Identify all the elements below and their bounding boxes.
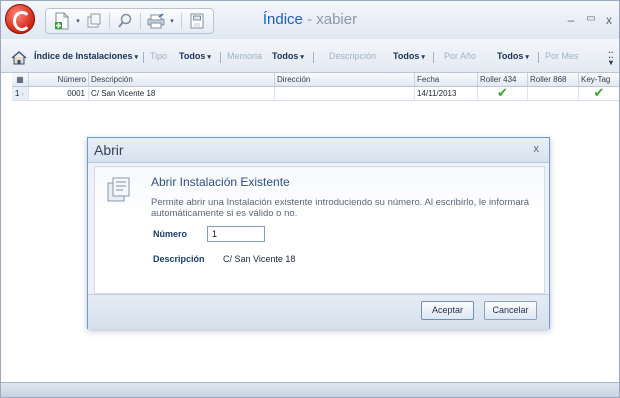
filter-separator bbox=[433, 52, 434, 63]
filter-tipo-value: Todos bbox=[179, 51, 206, 61]
dialog-description: Permite abrir una Instalación existente … bbox=[151, 197, 530, 219]
cell-roller-868[interactable] bbox=[528, 87, 579, 100]
filter-memoria-dropdown[interactable]: Todos ▾ bbox=[272, 51, 304, 61]
cell-fecha[interactable]: 14/11/2013 bbox=[415, 87, 478, 100]
filter-memoria-value: Todos bbox=[272, 51, 299, 61]
dialog-heading: Abrir Instalación Existente bbox=[151, 175, 290, 189]
grid-column-chooser-icon[interactable]: ▦ bbox=[12, 73, 29, 86]
numero-label: Número bbox=[153, 229, 188, 239]
filter-separator bbox=[220, 52, 221, 63]
close-button[interactable]: x bbox=[602, 13, 616, 27]
column-header-roller-868[interactable]: Roller 868 bbox=[528, 73, 579, 86]
column-header-direccion[interactable]: Dirección bbox=[275, 73, 415, 86]
table-row[interactable]: 1 › 0001 C/ San Vicente 18 14/11/2013 ✔ … bbox=[12, 86, 619, 101]
toolbar-overflow-icon[interactable]: ·· ·· ▾ bbox=[607, 49, 615, 67]
home-icon[interactable] bbox=[11, 51, 27, 65]
app-window: ▾ ▾ Índice - xabier – ▭ x Índice de Inst… bbox=[0, 0, 620, 398]
filter-separator bbox=[538, 52, 539, 63]
filter-toolbar: Índice de Instalaciones ▾ Tipo Todos ▾ Mem… bbox=[1, 39, 619, 73]
dialog-footer: Aceptar Cancelar bbox=[88, 294, 549, 329]
window-title-app: Índice bbox=[262, 11, 303, 28]
cell-direccion[interactable] bbox=[275, 87, 415, 100]
filter-por-anio-value: Todos bbox=[497, 51, 524, 61]
window-title-user: xabier bbox=[316, 11, 358, 28]
column-header-descripcion[interactable]: Descripción bbox=[89, 73, 275, 86]
filter-por-mes-label: Por Mes bbox=[545, 51, 579, 61]
filter-por-anio-dropdown[interactable]: Todos ▾ bbox=[497, 51, 529, 61]
dialog-title: Abrir bbox=[94, 142, 124, 158]
breadcrumb-root-label: Índice de Instalaciones bbox=[34, 51, 133, 61]
filter-tipo-dropdown[interactable]: Todos ▾ bbox=[179, 51, 211, 61]
filter-descripcion-label: Descripción bbox=[329, 51, 377, 61]
dialog-folder-icon bbox=[107, 177, 130, 202]
accept-button[interactable]: Aceptar bbox=[421, 301, 474, 320]
minimize-button[interactable]: – bbox=[564, 13, 578, 27]
window-title-separator: - bbox=[302, 11, 317, 28]
maximize-button[interactable]: ▭ bbox=[584, 13, 598, 24]
column-header-numero[interactable]: Número bbox=[29, 73, 89, 86]
column-header-fecha[interactable]: Fecha bbox=[415, 73, 478, 86]
status-bar bbox=[1, 382, 619, 397]
filter-memoria-label: Memoria bbox=[227, 51, 263, 61]
cell-roller-434-check-icon[interactable]: ✔ bbox=[478, 86, 528, 100]
cell-numero[interactable]: 0001 bbox=[29, 87, 89, 100]
chevron-down-icon[interactable]: ▾ bbox=[525, 54, 529, 61]
filter-separator bbox=[143, 52, 144, 63]
numero-input[interactable] bbox=[207, 226, 265, 242]
filter-descripcion-value: Todos bbox=[393, 51, 420, 61]
filter-separator bbox=[313, 52, 314, 63]
row-index: 1 › bbox=[12, 87, 29, 100]
dialog-title-bar: Abrir x bbox=[88, 138, 549, 163]
filter-tipo-label: Tipo bbox=[150, 51, 168, 61]
chevron-down-icon[interactable]: ▾ bbox=[135, 54, 139, 61]
breadcrumb-root[interactable]: Índice de Instalaciones ▾ bbox=[34, 51, 138, 61]
dialog-close-button[interactable]: x bbox=[534, 143, 540, 155]
grid-header: ▦ Número Descripción Dirección Fecha Rol… bbox=[12, 73, 619, 87]
cell-key-tag-check-icon[interactable]: ✔ bbox=[579, 86, 619, 100]
window-title: Índice - xabier bbox=[1, 11, 619, 28]
descripcion-label: Descripción bbox=[153, 254, 205, 264]
chevron-down-icon[interactable]: ▾ bbox=[207, 54, 211, 61]
cell-descripcion[interactable]: C/ San Vicente 18 bbox=[89, 87, 275, 100]
filter-por-anio-label: Por Año bbox=[444, 51, 477, 61]
filter-descripcion-dropdown[interactable]: Todos ▾ bbox=[393, 51, 425, 61]
cancel-button[interactable]: Cancelar bbox=[484, 301, 537, 320]
title-bar: ▾ ▾ Índice - xabier – ▭ x bbox=[1, 1, 619, 39]
dialog-body: Abrir Instalación Existente Permite abri… bbox=[94, 166, 545, 294]
descripcion-value: C/ San Vicente 18 bbox=[223, 254, 296, 264]
open-installation-dialog: Abrir x Abrir Instalación Existente Perm… bbox=[87, 137, 550, 329]
chevron-down-icon[interactable]: ▾ bbox=[421, 54, 425, 61]
chevron-down-icon[interactable]: ▾ bbox=[300, 54, 304, 61]
